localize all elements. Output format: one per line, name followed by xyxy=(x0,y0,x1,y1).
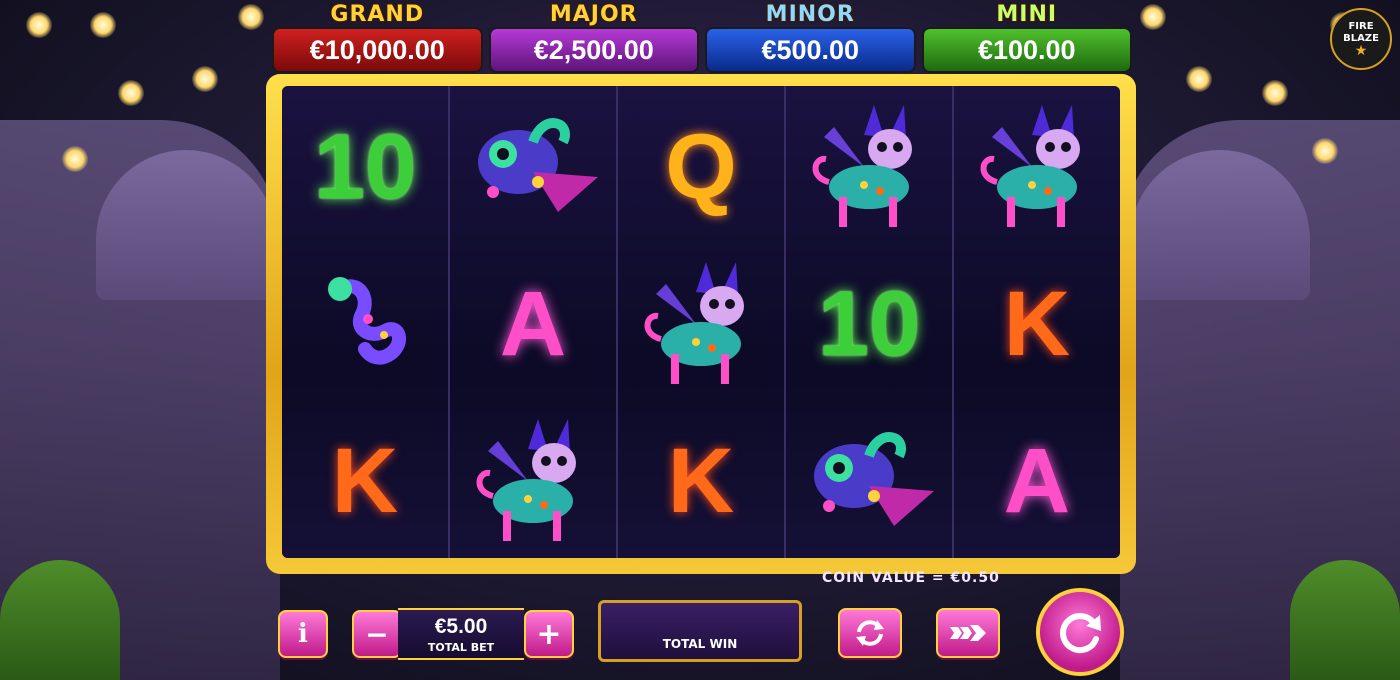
reel-2-symbol-3 xyxy=(450,402,616,558)
symbol-a: A xyxy=(1003,429,1071,532)
minus-icon: − xyxy=(365,617,389,651)
info-button-label: i xyxy=(298,619,308,649)
reel-2-symbol-1 xyxy=(450,88,616,245)
coin-value: COIN VALUE = €0.50 xyxy=(822,570,1000,586)
spin-icon xyxy=(1060,613,1101,654)
chameleon-symbol-icon xyxy=(799,416,939,546)
jackpot-major-title: MAJOR xyxy=(549,2,638,27)
info-button[interactable]: i xyxy=(278,610,328,658)
reel-5: KA xyxy=(954,86,1120,558)
chameleon-symbol-icon xyxy=(463,102,603,232)
game-logo: FIRE BLAZE ★ xyxy=(1330,8,1392,70)
total-bet-label: TOTAL BET xyxy=(427,640,495,654)
jackpot-minor-amount: €500.00 xyxy=(705,27,916,73)
increase-bet-button[interactable]: + xyxy=(524,610,574,658)
reel-1-symbol-3: K xyxy=(282,402,448,558)
lizard-symbol-icon xyxy=(310,269,420,379)
jackpot-minor: MINOR €500.00 xyxy=(705,0,916,73)
cactus-right xyxy=(1290,560,1400,680)
symbol-q: Q xyxy=(665,115,737,218)
reel-4-symbol-3 xyxy=(786,402,952,558)
jackpot-mini-amount: €100.00 xyxy=(921,27,1132,73)
logo-line1: FIRE xyxy=(1348,21,1374,32)
symbol-10: 10 xyxy=(817,272,921,375)
turbo-button[interactable] xyxy=(936,608,1000,658)
reel-4: 10 xyxy=(786,86,954,558)
reel-3: QK xyxy=(618,86,786,558)
turbo-icon xyxy=(950,625,986,641)
symbol-10: 10 xyxy=(313,115,417,218)
symbol-k: K xyxy=(667,429,735,532)
reel-3-symbol-3: K xyxy=(618,402,784,558)
symbol-k: K xyxy=(331,429,399,532)
dog-symbol-icon xyxy=(804,97,934,237)
symbol-a: A xyxy=(499,272,567,375)
reel-3-symbol-2 xyxy=(618,245,784,402)
jackpot-bar: GRAND €10,000.00 MAJOR €2,500.00 MINOR €… xyxy=(272,0,1132,73)
star-icon: ★ xyxy=(1354,43,1368,59)
jackpot-mini-title: MINI xyxy=(996,2,1058,27)
autoplay-button[interactable] xyxy=(838,608,902,658)
total-win-label: TOTAL WIN xyxy=(662,637,738,651)
total-win-display: TOTAL WIN xyxy=(598,600,802,662)
reel-1: 10 K xyxy=(282,86,450,558)
dog-symbol-icon xyxy=(636,254,766,394)
decrease-bet-button[interactable]: − xyxy=(352,610,402,658)
reel-frame: 10 K A Q K 10 K A xyxy=(266,74,1136,574)
reel-1-symbol-2 xyxy=(282,245,448,402)
reel-grid: 10 K A Q K 10 K A xyxy=(282,86,1120,558)
symbol-k: K xyxy=(1003,272,1071,375)
jackpot-grand-title: GRAND xyxy=(330,2,425,27)
jackpot-grand: GRAND €10,000.00 xyxy=(272,0,483,73)
reel-4-symbol-1 xyxy=(786,88,952,245)
total-bet-value: €5.00 xyxy=(434,614,488,638)
reel-2-symbol-2: A xyxy=(450,245,616,402)
reel-5-symbol-1 xyxy=(954,88,1120,245)
jackpot-major: MAJOR €2,500.00 xyxy=(488,0,699,73)
jackpot-mini: MINI €100.00 xyxy=(921,0,1132,73)
reel-1-symbol-1: 10 xyxy=(282,88,448,245)
reel-5-symbol-2: K xyxy=(954,245,1120,402)
dog-symbol-icon xyxy=(972,97,1102,237)
reel-2: A xyxy=(450,86,618,558)
total-bet-display: €5.00 TOTAL BET xyxy=(398,608,524,660)
string-lights-left xyxy=(0,0,300,190)
jackpot-minor-title: MINOR xyxy=(765,2,855,27)
reel-5-symbol-3: A xyxy=(954,402,1120,558)
spin-button[interactable] xyxy=(1036,588,1124,676)
cactus-left xyxy=(0,560,120,680)
plus-icon: + xyxy=(536,616,562,652)
dog-symbol-icon xyxy=(468,411,598,551)
autoplay-icon xyxy=(856,620,884,646)
jackpot-major-amount: €2,500.00 xyxy=(488,27,699,73)
reel-4-symbol-2: 10 xyxy=(786,245,952,402)
jackpot-grand-amount: €10,000.00 xyxy=(272,27,483,73)
reel-3-symbol-1: Q xyxy=(618,88,784,245)
